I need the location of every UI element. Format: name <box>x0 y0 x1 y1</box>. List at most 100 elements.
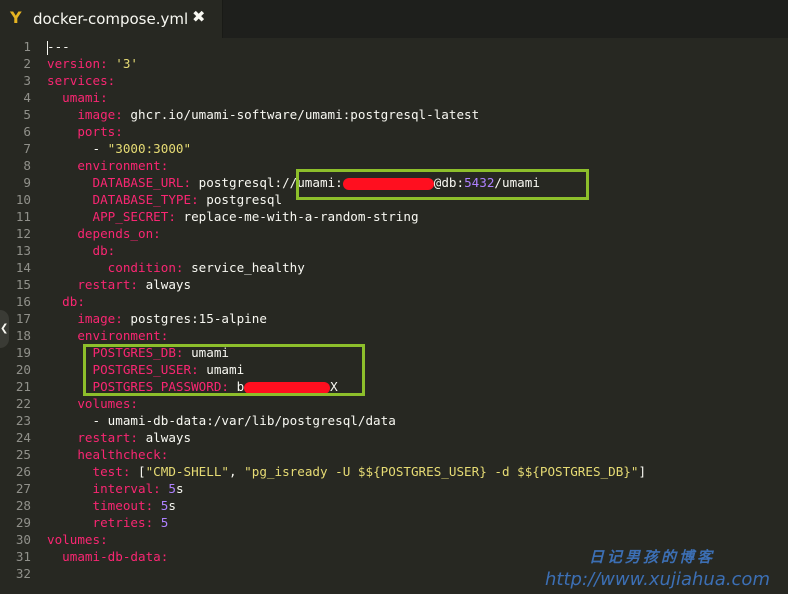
code-text: environment: <box>47 327 168 344</box>
line-number: 28 <box>15 498 31 513</box>
tab-bar: Y docker-compose.yml ✖ <box>0 0 788 38</box>
code-text: interval: 5s <box>47 480 184 497</box>
yaml-key: volumes: <box>47 532 108 547</box>
yaml-value <box>47 481 93 496</box>
code-line: 25 healthcheck: <box>0 446 788 463</box>
yaml-value <box>47 192 93 207</box>
yaml-value: ] <box>638 464 647 479</box>
code-line: 22 volumes: <box>0 395 788 412</box>
yaml-value: always <box>138 430 192 445</box>
yaml-value: - <box>47 141 108 156</box>
yaml-value: [ <box>130 464 146 479</box>
line-number: 32 <box>15 566 31 581</box>
yaml-value: s <box>175 481 184 496</box>
highlight-box-database-url <box>296 169 589 200</box>
yaml-key: DATABASE_URL: <box>92 175 192 190</box>
yaml-value <box>47 226 77 241</box>
yaml-string: "pg_isready -U $${POSTGRES_USER} -d $${P… <box>244 464 639 479</box>
code-line: 24 restart: always <box>0 429 788 446</box>
yaml-value: postgresql <box>198 192 283 207</box>
code-text: db: <box>47 242 116 259</box>
code-line: 15 restart: always <box>0 276 788 293</box>
code-text: umami-db-data: <box>47 548 168 565</box>
yaml-key: db: <box>62 294 85 309</box>
yaml-key: umami: <box>62 90 108 105</box>
code-text: version: '3' <box>47 55 138 72</box>
yaml-key: timeout: <box>92 498 154 513</box>
yaml-string: '3' <box>115 56 139 71</box>
yaml-value <box>47 311 77 326</box>
line-number: 6 <box>23 124 31 139</box>
line-number: 15 <box>15 277 31 292</box>
code-text: --- <box>47 38 70 55</box>
yaml-string: "CMD-SHELL" <box>145 464 229 479</box>
yaml-key: DATABASE_TYPE: <box>92 192 199 207</box>
code-text: restart: always <box>47 429 191 446</box>
yaml-key: db: <box>92 243 116 258</box>
code-text: umami: <box>47 89 108 106</box>
yaml-value <box>47 158 77 173</box>
yaml-key: restart: <box>77 277 139 292</box>
yaml-key: version: <box>47 56 108 71</box>
line-number: 29 <box>15 515 31 530</box>
code-line: 6 ports: <box>0 123 788 140</box>
yaml-value <box>47 90 62 105</box>
line-number: 31 <box>15 549 31 564</box>
yaml-value <box>153 515 161 530</box>
code-text: condition: service_healthy <box>47 259 305 276</box>
line-number: 25 <box>15 447 31 462</box>
yaml-key: umami-db-data: <box>62 549 169 564</box>
code-text: volumes: <box>47 395 138 412</box>
line-number: 9 <box>23 175 31 190</box>
yaml-value: - umami-db-data:/var/lib/postgresql/data <box>47 413 396 428</box>
code-line: 13 db: <box>0 242 788 259</box>
code-editor[interactable]: 1 --- 2 version: '3' 3 services: 4 umami: 5 ima… <box>0 38 788 582</box>
line-number: 22 <box>15 396 31 411</box>
yaml-key: services: <box>47 73 116 88</box>
code-text: APP_SECRET: replace-me-with-a-random-str… <box>47 208 419 225</box>
line-number: 2 <box>23 56 31 71</box>
code-line: 23 - umami-db-data:/var/lib/postgresql/d… <box>0 412 788 429</box>
close-icon[interactable]: ✖ <box>192 7 205 26</box>
yaml-number: 5 <box>160 515 169 530</box>
code-text: environment: <box>47 157 168 174</box>
code-line: 26 test: ["CMD-SHELL", "pg_isready -U $$… <box>0 463 788 480</box>
code-text: depends_on: <box>47 225 160 242</box>
yaml-value: service_healthy <box>183 260 305 275</box>
yaml-value <box>47 549 62 564</box>
yaml-value <box>47 464 93 479</box>
code-text: healthcheck: <box>47 446 168 463</box>
code-text: timeout: 5s <box>47 497 176 514</box>
yaml-number: 5 <box>168 481 176 496</box>
yaml-value: s <box>168 498 176 513</box>
code-text: retries: 5 <box>47 514 169 531</box>
yaml-key: restart: <box>77 430 139 445</box>
line-number: 30 <box>15 532 31 547</box>
code-line: 11 APP_SECRET: replace-me-with-a-random-… <box>0 208 788 225</box>
line-number: 21 <box>15 379 31 394</box>
code-line: 3 services: <box>0 72 788 89</box>
watermark-url: http://www.xujiahua.com <box>545 569 770 590</box>
yaml-value <box>47 498 93 513</box>
yaml-value <box>47 328 77 343</box>
yaml-value <box>47 396 77 411</box>
code-line: 12 depends_on: <box>0 225 788 242</box>
line-number: 24 <box>15 430 31 445</box>
line-number: 4 <box>23 90 31 105</box>
line-number: 7 <box>23 141 31 156</box>
yaml-value: replace-me-with-a-random-string <box>175 209 419 224</box>
code-line: 29 retries: 5 <box>0 514 788 531</box>
code-line: 14 condition: service_healthy <box>0 259 788 276</box>
tab-docker-compose[interactable]: Y docker-compose.yml ✖ <box>0 0 223 38</box>
line-number: 11 <box>15 209 31 224</box>
chevron-left-icon[interactable]: ❮ <box>0 310 9 348</box>
yaml-value <box>47 260 108 275</box>
line-number: 27 <box>15 481 31 496</box>
code-line: 7 - "3000:3000" <box>0 140 788 157</box>
highlight-box-postgres-env <box>83 344 365 396</box>
tab-title: docker-compose.yml <box>33 10 189 28</box>
line-number: 13 <box>15 243 31 258</box>
line-number: 5 <box>23 107 31 122</box>
yaml-key: APP_SECRET: <box>92 209 176 224</box>
code-text: - "3000:3000" <box>47 140 191 157</box>
